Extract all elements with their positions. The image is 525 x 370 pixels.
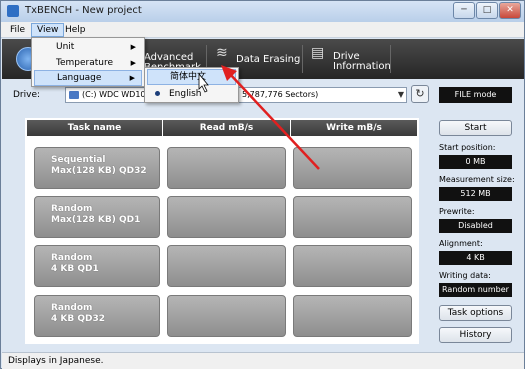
- mouse-cursor-icon: [198, 72, 209, 93]
- annotation-overlay: [198, 65, 320, 170]
- annotation-arrow-icon: [221, 65, 320, 170]
- app-window: TxBENCH - New project ─ □ ✕ File View He…: [0, 0, 525, 369]
